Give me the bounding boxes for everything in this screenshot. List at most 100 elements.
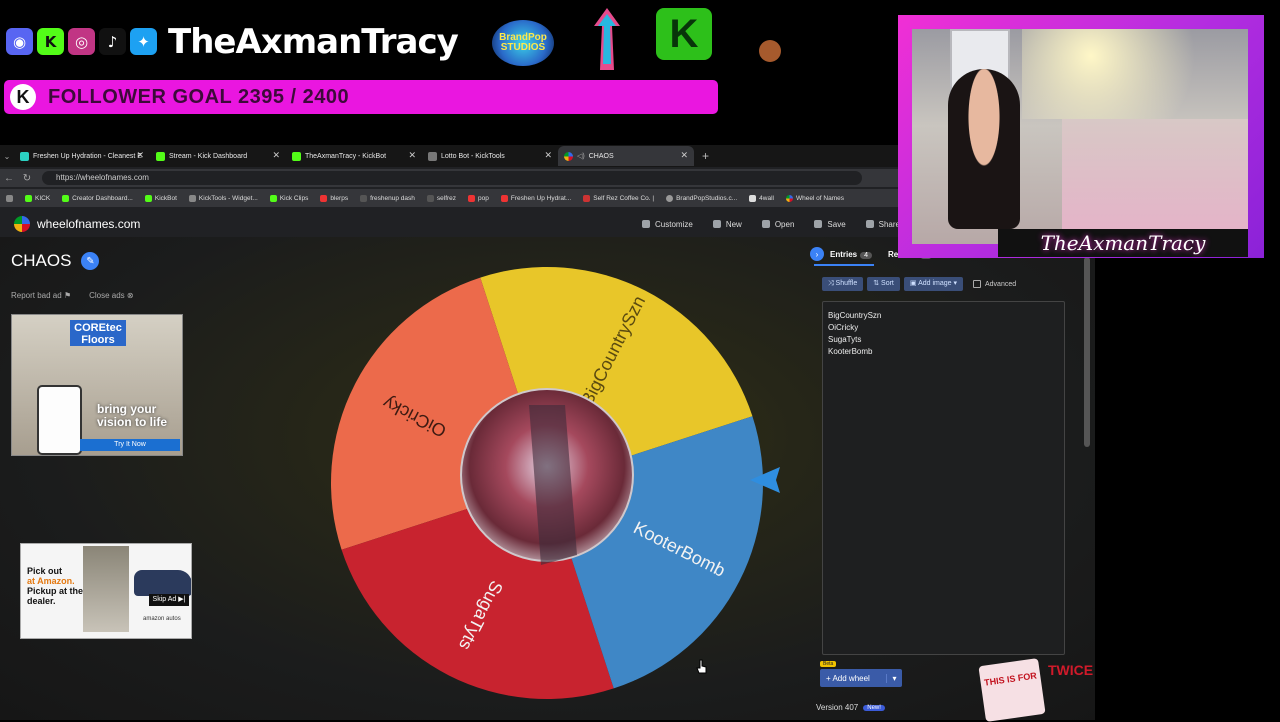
bookmark-item[interactable]: selfrez <box>421 194 462 202</box>
advanced-checkbox[interactable]: Advanced <box>973 277 1016 291</box>
bookmark-label: blerps <box>330 194 349 202</box>
new-button[interactable]: New <box>712 219 742 229</box>
try-it-now-button[interactable]: Try It Now <box>80 439 180 451</box>
flag-icon: ⚑ <box>63 291 72 300</box>
menu-label: New <box>725 219 742 229</box>
entries-panel: › Entries4 Results0 ⤨ Shuffle ⇅ Sort ▣ A… <box>810 237 1095 720</box>
close-tab-icon[interactable]: ✕ <box>544 150 552 161</box>
kick-icon: K <box>10 84 36 110</box>
skip-ad-button[interactable]: Skip Ad ▶| <box>149 594 189 606</box>
bookmark-item[interactable]: KICK <box>19 194 56 202</box>
customize-button[interactable]: Customize <box>642 220 693 229</box>
bookmark-label: 4wall <box>759 194 774 202</box>
back-icon[interactable]: ← <box>0 173 18 184</box>
record-dot <box>759 40 781 62</box>
favicon-icon <box>20 151 29 161</box>
bookmark-item[interactable]: freshenup dash <box>354 194 421 202</box>
hide-panel-button[interactable]: › <box>810 247 824 261</box>
add-image-button[interactable]: ▣ Add image ▾ <box>903 277 963 291</box>
sort-button[interactable]: ⇅ Sort <box>867 277 900 291</box>
bookmark-label: pop <box>478 194 489 202</box>
address-bar-row: ← ↻ https://wheelofnames.com <box>0 169 900 187</box>
entry-line: OiCricky <box>828 323 859 332</box>
wheel-favicon-icon <box>785 194 793 202</box>
tab-kick-dashboard[interactable]: Stream - Kick Dashboard ✕ <box>150 146 286 166</box>
reload-icon[interactable]: ↻ <box>18 173 36 184</box>
bookmark-favicon-icon <box>62 194 70 202</box>
shuffle-button[interactable]: ⤨ Shuffle <box>822 277 864 291</box>
ad-copy: bring your vision to life <box>97 402 168 429</box>
streamer-handle: TheAxmanTracy <box>168 22 459 62</box>
amazon-ad[interactable]: Pick out at Amazon. Pickup at the dealer. … <box>20 543 192 639</box>
bookmark-item[interactable]: Freshen Up Hydrat... <box>495 194 577 202</box>
bookmark-label: KickBot <box>154 194 177 202</box>
new-tab-button[interactable]: + <box>702 149 709 163</box>
bookmark-item[interactable]: BrandPopStudios.c... <box>660 194 743 202</box>
edit-title-button[interactable]: ✎ <box>81 252 100 270</box>
share-button[interactable]: Share <box>865 220 900 229</box>
phone-image <box>37 385 82 455</box>
wheel-pointer-icon <box>750 467 780 493</box>
close-tab-icon[interactable]: ✕ <box>408 150 416 161</box>
bookmark-favicon-icon <box>144 194 152 202</box>
report-bad-ad-link[interactable]: Report bad ad ⚑ <box>11 291 71 300</box>
add-wheel-button[interactable]: + Add wheel ▾ <box>820 669 902 687</box>
apps-icon[interactable] <box>0 194 19 202</box>
menu-label: Open <box>774 219 795 229</box>
tab-entries[interactable]: Entries 4 <box>830 250 873 259</box>
save-button[interactable]: Save <box>814 220 846 229</box>
tab-chaos[interactable]: ◁) CHAOS ✕ <box>558 146 694 166</box>
bookmark-item[interactable]: Kick Clips <box>264 194 315 202</box>
bookmark-favicon-icon <box>500 194 508 202</box>
car-image <box>134 570 191 596</box>
bookmark-item[interactable]: KickTools - Widget... <box>183 194 264 202</box>
chevron-down-icon[interactable]: ▾ <box>886 673 902 683</box>
bookmarks-bar: KICK Creator Dashboard... KickBot KickTo… <box>0 189 900 207</box>
tab-list-chevron-icon[interactable]: ⌄ <box>0 152 14 161</box>
arrow-logo-icon <box>594 8 620 70</box>
kickbot-favicon-icon <box>292 151 301 161</box>
bookmark-item[interactable]: Wheel of Names <box>780 194 850 202</box>
site-name[interactable]: wheelofnames.com <box>37 217 140 231</box>
app-menu: Customize New Open Save Share <box>642 211 900 237</box>
bookmark-item[interactable]: 4wall <box>743 194 780 202</box>
spin-wheel[interactable]: BigCountrySznOiCrickySugaTytsKooterBomb <box>329 265 765 701</box>
bookmark-favicon-icon <box>468 194 476 202</box>
bookmark-favicon-icon <box>25 194 32 202</box>
close-ads-link[interactable]: Close ads ⊗ <box>89 291 134 300</box>
sort-label: Sort <box>881 280 894 287</box>
close-ads-label: Close ads <box>89 291 125 300</box>
ad-brand: COREtec Floors <box>70 320 126 346</box>
wheelofnames-logo-icon[interactable] <box>14 216 30 232</box>
sticker-image: THIS IS FOR <box>978 658 1046 722</box>
coretec-ad[interactable]: COREtec Floors bring your vision to life… <box>11 314 183 456</box>
close-tab-icon[interactable]: ✕ <box>272 150 280 161</box>
social-icons: ◉ K ◎ ♪ ✦ <box>6 28 157 55</box>
checkbox-icon <box>973 280 981 288</box>
entries-textarea[interactable]: BigCountrySzn OiCricky SugaTyts KooterBo… <box>822 301 1065 655</box>
page-scrollbar[interactable] <box>1084 257 1090 447</box>
tab-lotto-bot[interactable]: Lotto Bot - KickTools ✕ <box>422 146 558 166</box>
close-tab-icon[interactable]: ✕ <box>680 150 688 161</box>
tab-label: CHAOS <box>588 152 614 160</box>
bookmark-item[interactable]: KickBot <box>139 194 183 202</box>
tab-label: Lotto Bot - KickTools <box>441 152 505 160</box>
bookmark-item[interactable]: Creator Dashboard... <box>56 194 139 202</box>
url-field[interactable]: https://wheelofnames.com <box>42 171 862 185</box>
bookmark-favicon-icon <box>188 194 196 202</box>
bookmark-item[interactable]: blerps <box>314 194 354 202</box>
open-button[interactable]: Open <box>761 219 795 229</box>
wheel-title-row: CHAOS ✎ <box>11 251 100 271</box>
bookmark-item[interactable]: Self Rez Coffee Co. | <box>577 194 660 202</box>
tab-label: TheAxmanTracy - KickBot <box>305 152 387 160</box>
bookmark-label: selfrez <box>436 194 457 202</box>
bookmark-item[interactable]: pop <box>462 194 495 202</box>
bookmark-label: Creator Dashboard... <box>72 194 133 202</box>
report-ad-label: Report bad ad <box>11 291 62 300</box>
beta-badge: Beta <box>820 661 837 667</box>
tab-kickbot[interactable]: TheAxmanTracy - KickBot ✕ <box>286 146 422 166</box>
wheel-title: CHAOS <box>11 251 72 270</box>
tab-freshen-up[interactable]: Freshen Up Hydration - Cleanest E ✕ <box>14 146 150 166</box>
entry-line: KooterBomb <box>828 347 873 356</box>
close-tab-icon[interactable]: ✕ <box>136 150 144 161</box>
